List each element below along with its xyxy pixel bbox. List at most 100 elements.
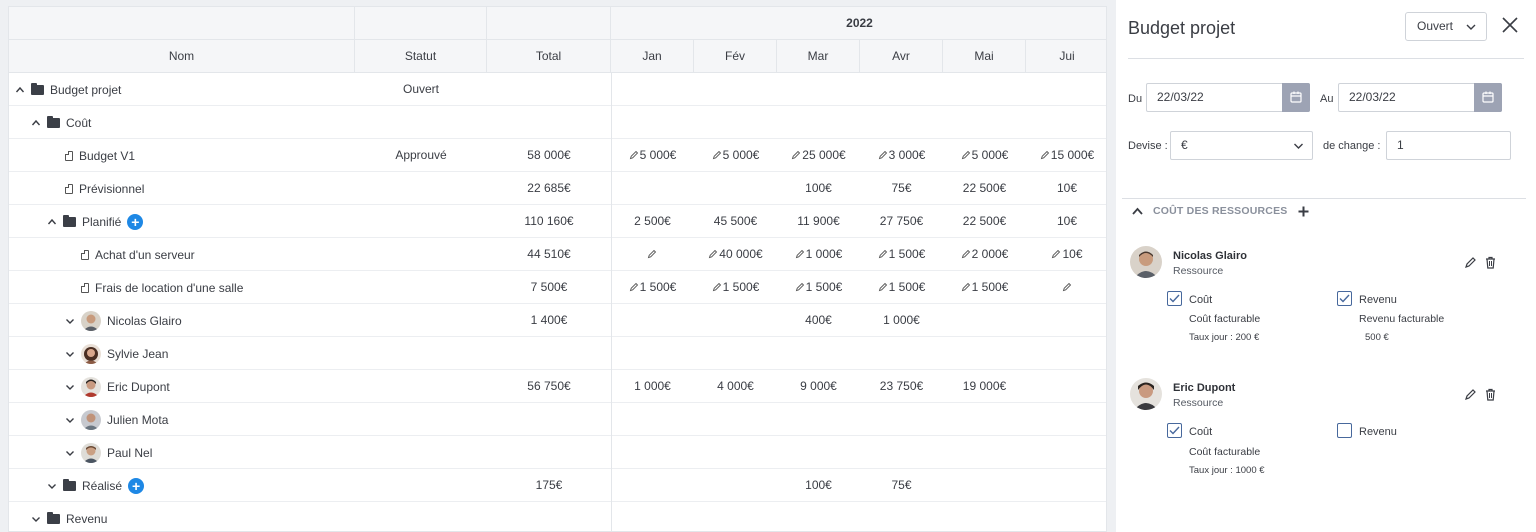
end-date-picker-button[interactable] xyxy=(1474,83,1502,112)
table-row[interactable]: Eric Dupont 56 750€ 1 000€ 4 000€ 9 000€ 23 7… xyxy=(9,370,1106,403)
month-cell[interactable]: 25 000€ xyxy=(777,139,860,172)
month-value: 4 000€ xyxy=(717,379,754,393)
start-date-input[interactable]: 22/03/22 xyxy=(1146,83,1310,112)
month-cell[interactable]: 1 500€ xyxy=(694,271,777,304)
status-select[interactable]: Ouvert xyxy=(1405,12,1487,41)
avatar xyxy=(81,343,101,364)
month-cell[interactable]: 5 000€ xyxy=(611,139,694,172)
column-header-month[interactable]: Fév xyxy=(694,40,777,73)
chevron-down-icon[interactable] xyxy=(65,382,75,392)
edit-icon[interactable] xyxy=(1464,388,1477,401)
chevron-up-icon[interactable] xyxy=(15,85,25,95)
month-cell[interactable] xyxy=(611,238,694,271)
month-cell[interactable]: 3 000€ xyxy=(860,139,943,172)
month-cell[interactable]: 1 500€ xyxy=(860,271,943,304)
add-item-button[interactable]: + xyxy=(128,477,145,494)
cout-checkbox[interactable] xyxy=(1167,423,1182,438)
table-row[interactable]: Julien Mota xyxy=(9,403,1106,436)
month-cell[interactable]: 1 500€ xyxy=(777,271,860,304)
month-cell[interactable]: 40 000€ xyxy=(694,238,777,271)
add-resource-icon[interactable] xyxy=(1298,206,1309,217)
month-cell[interactable]: 1 500€ xyxy=(860,238,943,271)
table-row[interactable]: Coût xyxy=(9,106,1106,139)
chevron-down-icon[interactable] xyxy=(31,514,41,524)
table-row[interactable]: Nicolas Glairo 1 400€ 400€ 1 000€ xyxy=(9,304,1106,337)
pencil-icon[interactable] xyxy=(791,150,801,160)
total-cell: 44 510€ xyxy=(527,247,571,261)
pencil-icon[interactable] xyxy=(712,282,722,292)
table-row[interactable]: Prévisionnel 22 685€ 100€ 75€ 22 500€ 10€ xyxy=(9,172,1106,205)
table-row[interactable]: Budget V1 Approuvé 58 000€ 5 000€ 5 000€ 25 0… xyxy=(9,139,1106,172)
month-cell: 100€ xyxy=(777,469,860,502)
close-icon[interactable] xyxy=(1501,16,1519,34)
chevron-down-icon[interactable] xyxy=(65,349,75,359)
chevron-down-icon[interactable] xyxy=(65,415,75,425)
table-row[interactable]: Budget projet Ouvert xyxy=(9,73,1106,106)
chevron-up-icon[interactable] xyxy=(31,118,41,128)
statut-cell: Ouvert xyxy=(402,82,439,96)
pencil-icon[interactable] xyxy=(961,249,971,259)
month-cell[interactable]: 1 500€ xyxy=(943,271,1026,304)
month-cell[interactable]: 5 000€ xyxy=(694,139,777,172)
table-row[interactable]: Paul Nel xyxy=(9,436,1106,469)
column-header-nom[interactable]: Nom xyxy=(9,40,355,73)
cout-checkbox[interactable] xyxy=(1167,291,1182,306)
pencil-icon[interactable] xyxy=(795,282,805,292)
month-cell[interactable]: 5 000€ xyxy=(943,139,1026,172)
table-row[interactable]: Revenu xyxy=(9,502,1106,531)
chevron-down-icon[interactable] xyxy=(47,481,57,491)
table-row[interactable]: Achat d'un serveur 44 510€ 40 000€ 1 000€ 1 … xyxy=(9,238,1106,271)
month-cell[interactable]: 15 000€ xyxy=(1026,139,1106,172)
pencil-icon[interactable] xyxy=(647,249,657,259)
column-header-total[interactable]: Total xyxy=(487,40,611,73)
pencil-icon[interactable] xyxy=(1062,282,1072,292)
statut-cell xyxy=(355,370,487,403)
chevron-up-icon[interactable] xyxy=(47,217,57,227)
trash-icon[interactable] xyxy=(1484,256,1497,269)
pencil-icon[interactable] xyxy=(961,282,971,292)
month-cell[interactable]: 1 500€ xyxy=(611,271,694,304)
table-row[interactable]: Planifié +110 160€ 2 500€ 45 500€ 11 900€ 27 … xyxy=(9,205,1106,238)
end-date-input[interactable]: 22/03/22 xyxy=(1338,83,1502,112)
chevron-up-icon[interactable] xyxy=(1132,207,1143,216)
row-name-cell: Julien Mota xyxy=(65,403,168,436)
chevron-down-icon[interactable] xyxy=(65,316,75,326)
month-cell xyxy=(694,304,777,337)
pencil-icon[interactable] xyxy=(878,282,888,292)
pencil-icon[interactable] xyxy=(1051,249,1061,259)
start-date-picker-button[interactable] xyxy=(1282,83,1310,112)
month-cell xyxy=(611,502,694,531)
pencil-icon[interactable] xyxy=(708,249,718,259)
pencil-icon[interactable] xyxy=(629,282,639,292)
statut-cell xyxy=(355,304,487,337)
trash-icon[interactable] xyxy=(1484,388,1497,401)
add-item-button[interactable]: + xyxy=(127,213,144,230)
column-header-month[interactable]: Avr xyxy=(860,40,943,73)
pencil-icon[interactable] xyxy=(961,150,971,160)
pencil-icon[interactable] xyxy=(712,150,722,160)
column-header-month[interactable]: Mar xyxy=(777,40,860,73)
currency-select[interactable]: € xyxy=(1170,131,1313,160)
table-row[interactable]: Sylvie Jean xyxy=(9,337,1106,370)
pencil-icon[interactable] xyxy=(878,150,888,160)
pencil-icon[interactable] xyxy=(795,249,805,259)
month-cell[interactable]: 2 000€ xyxy=(943,238,1026,271)
month-cell[interactable] xyxy=(1026,271,1106,304)
month-cell: 27 750€ xyxy=(860,205,943,238)
table-row[interactable]: Réalisé +175€ 100€ 75€ xyxy=(9,469,1106,502)
month-cell[interactable]: 1 000€ xyxy=(777,238,860,271)
month-cell[interactable]: 10€ xyxy=(1026,238,1106,271)
column-header-month[interactable]: Mai xyxy=(943,40,1026,73)
pencil-icon[interactable] xyxy=(629,150,639,160)
column-header-month[interactable]: Jui xyxy=(1026,40,1106,73)
column-header-month[interactable]: Jan xyxy=(611,40,694,73)
pencil-icon[interactable] xyxy=(878,249,888,259)
pencil-icon[interactable] xyxy=(1040,150,1050,160)
exchange-rate-input[interactable]: 1 xyxy=(1386,131,1511,160)
table-row[interactable]: Frais de location d'une salle 7 500€ 1 500… xyxy=(9,271,1106,304)
revenu-checkbox[interactable] xyxy=(1337,423,1352,438)
edit-icon[interactable] xyxy=(1464,256,1477,269)
chevron-down-icon[interactable] xyxy=(65,448,75,458)
revenu-checkbox[interactable] xyxy=(1337,291,1352,306)
column-header-statut[interactable]: Statut xyxy=(355,40,487,73)
